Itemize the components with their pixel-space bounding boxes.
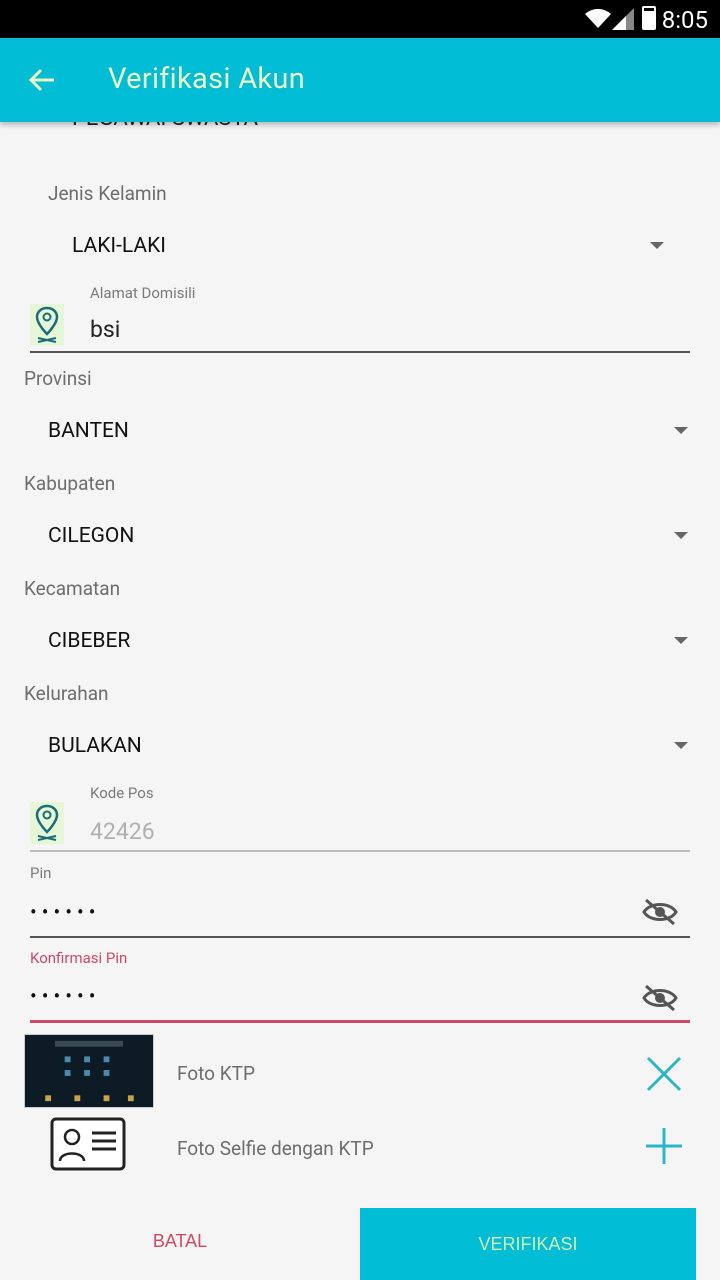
chevron-down-icon bbox=[674, 742, 688, 749]
province-dropdown[interactable]: BANTEN bbox=[24, 407, 696, 457]
status-bar: 8:05 bbox=[0, 0, 720, 38]
verify-button[interactable]: VERIFIKASI bbox=[360, 1208, 696, 1280]
pin-confirm-input[interactable]: •••••• bbox=[30, 984, 101, 1008]
regency-dropdown[interactable]: CILEGON bbox=[24, 512, 696, 562]
gender-label: Jenis Kelamin bbox=[48, 182, 167, 205]
chevron-down-icon bbox=[674, 427, 688, 434]
pin-input[interactable]: •••••• bbox=[30, 900, 101, 924]
eye-off-icon[interactable] bbox=[642, 984, 678, 1012]
district-value: CIBEBER bbox=[48, 629, 131, 653]
address-underline bbox=[30, 351, 690, 353]
pin-underline bbox=[30, 936, 690, 938]
id-card-icon[interactable] bbox=[50, 1117, 126, 1171]
signal-icon bbox=[612, 8, 634, 30]
village-value: BULAKAN bbox=[48, 734, 142, 758]
eye-off-icon[interactable] bbox=[642, 898, 678, 926]
back-arrow-icon[interactable] bbox=[26, 64, 58, 96]
cancel-button[interactable]: BATAL bbox=[0, 1202, 360, 1280]
district-dropdown[interactable]: CIBEBER bbox=[24, 617, 696, 667]
chevron-down-icon bbox=[650, 242, 664, 249]
village-dropdown[interactable]: BULAKAN bbox=[24, 722, 696, 772]
regency-label: Kabupaten bbox=[24, 472, 116, 495]
gender-value: LAKI-LAKI bbox=[72, 234, 166, 258]
postal-code-underline bbox=[30, 850, 690, 852]
village-label: Kelurahan bbox=[24, 682, 109, 705]
clock: 8:05 bbox=[661, 6, 708, 34]
app-bar: Verifikasi Akun bbox=[0, 38, 720, 122]
address-label: Alamat Domisili bbox=[90, 284, 196, 302]
close-icon[interactable] bbox=[642, 1052, 686, 1096]
location-pin-icon bbox=[30, 304, 64, 346]
chevron-down-icon bbox=[674, 637, 688, 644]
selfie-photo-label: Foto Selfie dengan KTP bbox=[177, 1137, 374, 1160]
province-label: Provinsi bbox=[24, 367, 92, 390]
pin-confirm-label: Konfirmasi Pin bbox=[30, 949, 128, 967]
postal-code-label: Kode Pos bbox=[90, 784, 154, 802]
ktp-photo-thumbnail[interactable] bbox=[24, 1034, 154, 1108]
address-input[interactable]: bsi bbox=[90, 316, 120, 343]
page-title: Verifikasi Akun bbox=[108, 62, 306, 96]
plus-icon[interactable] bbox=[642, 1124, 686, 1168]
wifi-icon bbox=[585, 8, 611, 28]
battery-icon bbox=[642, 6, 656, 30]
gender-dropdown[interactable]: LAKI-LAKI bbox=[48, 222, 688, 272]
pin-confirm-underline bbox=[30, 1020, 690, 1023]
province-value: BANTEN bbox=[48, 419, 129, 443]
chevron-down-icon bbox=[674, 532, 688, 539]
postal-code-input[interactable]: 42426 bbox=[90, 818, 155, 845]
district-label: Kecamatan bbox=[24, 577, 121, 600]
ktp-photo-label: Foto KTP bbox=[177, 1062, 255, 1085]
pin-label: Pin bbox=[30, 864, 52, 882]
bottom-actions: BATAL VERIFIKASI bbox=[0, 1202, 720, 1280]
form-scroll-area[interactable]: PEGAWAI SWASTA Jenis Kelamin LAKI-LAKI A… bbox=[0, 122, 720, 1202]
location-pin-icon bbox=[30, 802, 64, 844]
regency-value: CILEGON bbox=[48, 524, 135, 548]
occupation-value: PEGAWAI SWASTA bbox=[72, 122, 258, 131]
